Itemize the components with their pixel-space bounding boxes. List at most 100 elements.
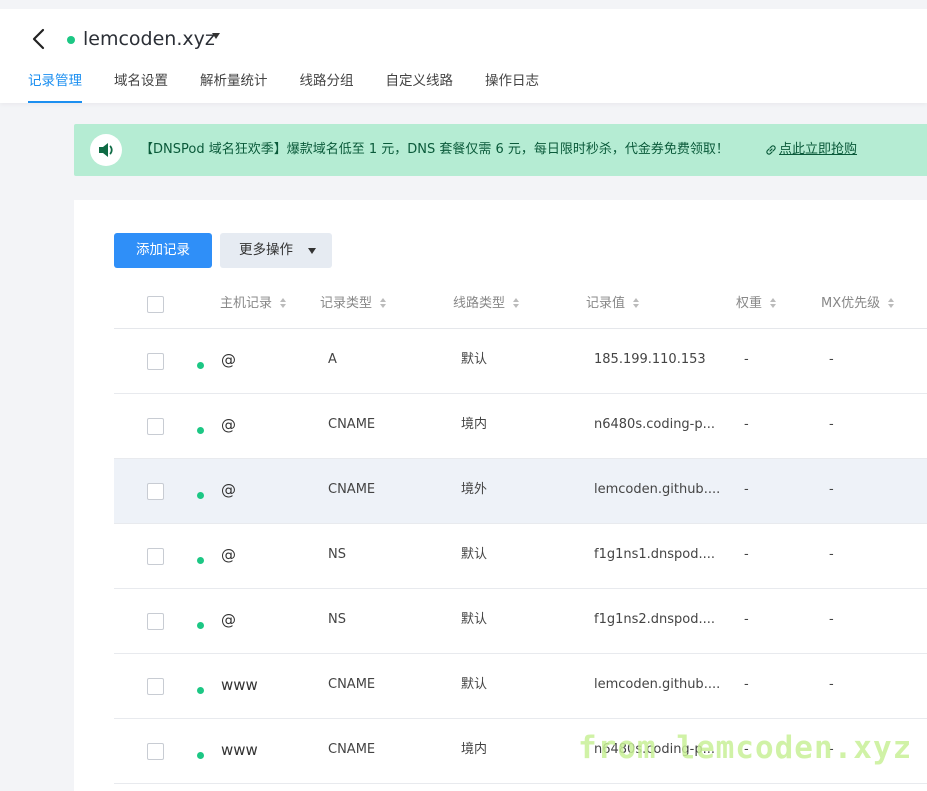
domain-name[interactable]: lemcoden.xyz xyxy=(83,26,215,52)
more-actions-button[interactable]: 更多操作 xyxy=(220,233,332,268)
tab-bar: 记录管理 域名设置 解析量统计 线路分组 自定义线路 操作日志 xyxy=(28,71,571,103)
row-checkbox[interactable] xyxy=(147,743,164,760)
record-host: @ xyxy=(221,546,236,564)
column-weight-label: 权重 xyxy=(736,296,763,311)
sort-icon[interactable] xyxy=(280,297,288,308)
record-host: @ xyxy=(221,481,236,499)
tab-resolution-stats[interactable]: 解析量统计 xyxy=(200,71,268,103)
back-arrow-icon[interactable] xyxy=(28,25,50,53)
record-line: 境外 xyxy=(461,482,488,497)
record-type: CNAME xyxy=(328,417,376,432)
record-mx: - xyxy=(829,677,834,692)
record-weight: - xyxy=(744,417,749,432)
row-checkbox[interactable] xyxy=(147,483,164,500)
row-checkbox[interactable] xyxy=(147,418,164,435)
record-value: lemcoden.github.... xyxy=(594,677,721,692)
sort-icon[interactable] xyxy=(513,297,521,308)
table-row[interactable]: @ CNAME 境内 n6480s.coding-p... - - xyxy=(114,394,927,459)
record-status-dot xyxy=(197,557,204,564)
tab-domain-settings[interactable]: 域名设置 xyxy=(114,71,168,103)
record-weight: - xyxy=(744,742,749,757)
column-value-label: 记录值 xyxy=(586,296,626,311)
table-row[interactable]: www CNAME 默认 lemcoden.github.... - - xyxy=(114,654,927,719)
column-type-label: 记录类型 xyxy=(320,296,373,311)
table-row[interactable]: @ A 默认 185.199.110.153 - - xyxy=(114,329,927,394)
record-value: lemcoden.github.... xyxy=(594,482,721,497)
record-type: NS xyxy=(328,612,346,627)
record-status-dot xyxy=(197,492,204,499)
record-line: 默认 xyxy=(461,547,488,562)
record-weight: - xyxy=(744,482,749,497)
add-record-button[interactable]: 添加记录 xyxy=(114,233,212,268)
table-row[interactable]: @ NS 默认 f1g1ns2.dnspod.... - - xyxy=(114,589,927,654)
column-host[interactable]: 主机记录 xyxy=(220,284,288,329)
link-icon xyxy=(764,142,778,156)
records-table-body: @ A 默认 185.199.110.153 - - @ CNAME 境内 n6… xyxy=(114,329,927,784)
table-row[interactable]: @ CNAME 境外 lemcoden.github.... - - xyxy=(114,459,927,524)
record-host: @ xyxy=(221,351,236,369)
record-mx: - xyxy=(829,742,834,757)
domain-status-dot xyxy=(67,36,75,44)
tab-custom-lines[interactable]: 自定义线路 xyxy=(386,71,454,103)
tab-operation-log[interactable]: 操作日志 xyxy=(485,71,539,103)
row-checkbox[interactable] xyxy=(147,678,164,695)
column-mx-label: MX优先级 xyxy=(821,296,881,311)
tab-record-management[interactable]: 记录管理 xyxy=(28,71,82,103)
column-line-label: 线路类型 xyxy=(453,296,506,311)
table-row[interactable]: @ NS 默认 f1g1ns1.dnspod.... - - xyxy=(114,524,927,589)
sort-icon[interactable] xyxy=(633,297,641,308)
column-line[interactable]: 线路类型 xyxy=(453,284,521,329)
record-mx: - xyxy=(829,612,834,627)
record-value: n6480s.coding-p... xyxy=(594,417,716,432)
record-type: A xyxy=(328,352,337,367)
banner-buy-link[interactable]: 点此立即抢购 xyxy=(779,141,857,159)
record-type: CNAME xyxy=(328,482,376,497)
row-checkbox[interactable] xyxy=(147,548,164,565)
record-weight: - xyxy=(744,677,749,692)
chevron-down-icon xyxy=(308,248,316,254)
record-value: f1g1ns2.dnspod.... xyxy=(594,612,716,627)
record-mx: - xyxy=(829,352,834,367)
record-status-dot xyxy=(197,752,204,759)
row-checkbox[interactable] xyxy=(147,613,164,630)
sort-icon[interactable] xyxy=(888,297,896,308)
sort-icon[interactable] xyxy=(770,297,778,308)
record-line: 境内 xyxy=(461,742,488,757)
record-mx: - xyxy=(829,547,834,562)
column-value[interactable]: 记录值 xyxy=(586,284,641,329)
record-type: CNAME xyxy=(328,742,376,757)
record-type: NS xyxy=(328,547,346,562)
records-card: 添加记录 更多操作 主机记录 记录类型 线路类型 记录值 权重 MX优先级 @ … xyxy=(74,200,927,791)
record-line: 默认 xyxy=(461,612,488,627)
record-host: www xyxy=(221,676,258,694)
table-row[interactable]: www CNAME 境内 n6480s.coding-p... - - xyxy=(114,719,927,784)
record-value: 185.199.110.153 xyxy=(594,352,706,367)
record-weight: - xyxy=(744,612,749,627)
record-value: n6480s.coding-p... xyxy=(594,742,716,757)
record-line: 默认 xyxy=(461,352,488,367)
record-status-dot xyxy=(197,622,204,629)
record-status-dot xyxy=(197,427,204,434)
record-host: www xyxy=(221,741,258,759)
domain-dropdown-caret-icon[interactable] xyxy=(212,33,220,39)
banner-text: 【DNSPod 域名狂欢季】爆款域名低至 1 元，DNS 套餐仅需 6 元，每日… xyxy=(140,142,729,157)
record-value: f1g1ns1.dnspod.... xyxy=(594,547,716,562)
row-checkbox[interactable] xyxy=(147,353,164,370)
column-host-label: 主机记录 xyxy=(220,296,273,311)
top-header: lemcoden.xyz 记录管理 域名设置 解析量统计 线路分组 自定义线路 … xyxy=(0,0,927,103)
record-weight: - xyxy=(744,352,749,367)
more-actions-label: 更多操作 xyxy=(239,242,293,258)
column-mx[interactable]: MX优先级 xyxy=(821,284,896,329)
record-type: CNAME xyxy=(328,677,376,692)
record-status-dot xyxy=(197,687,204,694)
tab-line-groups[interactable]: 线路分组 xyxy=(300,71,354,103)
column-weight[interactable]: 权重 xyxy=(736,284,778,329)
sort-icon[interactable] xyxy=(380,297,388,308)
table-header: 主机记录 记录类型 线路类型 记录值 权重 MX优先级 xyxy=(114,284,927,329)
record-mx: - xyxy=(829,417,834,432)
record-status-dot xyxy=(197,362,204,369)
record-line: 境内 xyxy=(461,417,488,432)
record-host: @ xyxy=(221,611,236,629)
column-type[interactable]: 记录类型 xyxy=(320,284,388,329)
select-all-checkbox[interactable] xyxy=(147,296,164,313)
